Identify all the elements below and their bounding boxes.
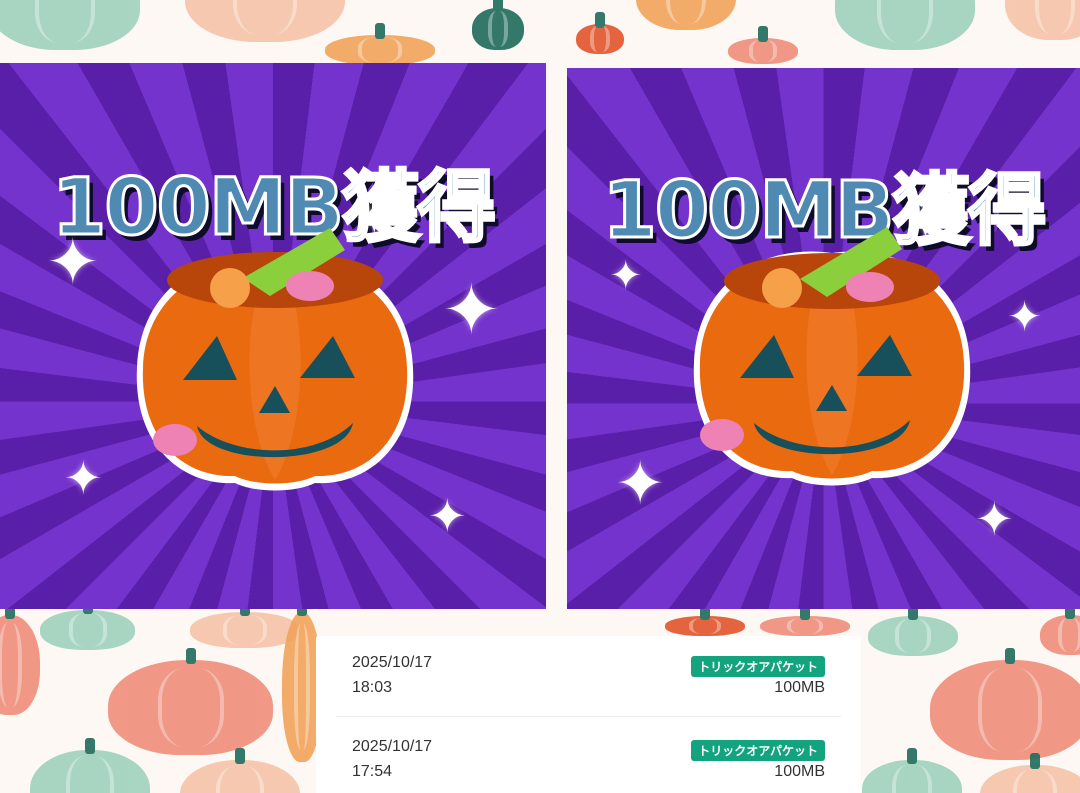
sparkle-icon: ✦	[428, 489, 467, 543]
pumpkin-icon	[1005, 0, 1080, 40]
history-amount: 100MB	[774, 763, 825, 780]
reward-banner-2[interactable]: 100MB獲得 ✦ ✦ ✦ ✦ ✦	[567, 68, 1080, 609]
packet-history-card: 2025/10/17 18:03 トリックオアパケット 100MB 2025/1…	[316, 636, 861, 793]
sparkle-icon: ✦	[609, 253, 643, 299]
history-row[interactable]: 2025/10/17 18:03 トリックオアパケット 100MB	[352, 654, 825, 714]
pumpkin-icon	[108, 648, 273, 755]
pumpkin-icon	[40, 598, 135, 650]
pumpkin-icon	[868, 604, 958, 656]
history-date: 2025/10/17	[352, 738, 433, 755]
pumpkin-icon	[190, 600, 300, 648]
pumpkin-icon	[472, 0, 524, 50]
pumpkin-icon	[185, 0, 345, 42]
pumpkin-icon	[728, 26, 798, 64]
sparkle-icon: ✦	[975, 492, 1014, 546]
history-time: 18:03	[352, 679, 393, 696]
pumpkin-icon	[665, 604, 745, 636]
pumpkin-icon	[636, 0, 736, 30]
jack-o-lantern-icon	[136, 228, 414, 491]
history-row[interactable]: 2025/10/17 17:54 トリックオアパケット 100MB	[352, 738, 825, 793]
sparkle-icon: ✦	[615, 449, 666, 519]
jack-o-lantern-icon	[693, 227, 971, 486]
pumpkin-icon	[862, 748, 962, 793]
sparkle-icon: ✦	[64, 451, 103, 505]
pumpkin-icon	[930, 648, 1080, 760]
sparkle-icon: ✦	[442, 269, 501, 351]
pumpkin-icon	[30, 738, 150, 793]
history-date: 2025/10/17	[352, 654, 433, 671]
reward-banner-1[interactable]: 100MB獲得 ✦ ✦ ✦ ✦ ✦	[0, 63, 546, 609]
history-time: 17:54	[352, 763, 393, 780]
campaign-badge: トリックオアパケット	[691, 656, 825, 677]
pumpkin-icon	[0, 603, 40, 715]
pumpkin-icon	[576, 12, 624, 54]
pumpkin-icon	[980, 753, 1080, 793]
pumpkin-icon	[1040, 603, 1080, 655]
pumpkin-icon	[0, 0, 140, 50]
pumpkin-icon	[325, 23, 435, 65]
pumpkin-icon	[760, 604, 850, 636]
campaign-badge: トリックオアパケット	[691, 740, 825, 761]
pumpkin-icon	[835, 0, 975, 50]
pumpkin-icon	[180, 748, 300, 793]
history-amount: 100MB	[774, 679, 825, 696]
row-divider	[336, 716, 841, 717]
sparkle-icon: ✦	[46, 226, 100, 300]
sparkle-icon: ✦	[1007, 292, 1043, 341]
